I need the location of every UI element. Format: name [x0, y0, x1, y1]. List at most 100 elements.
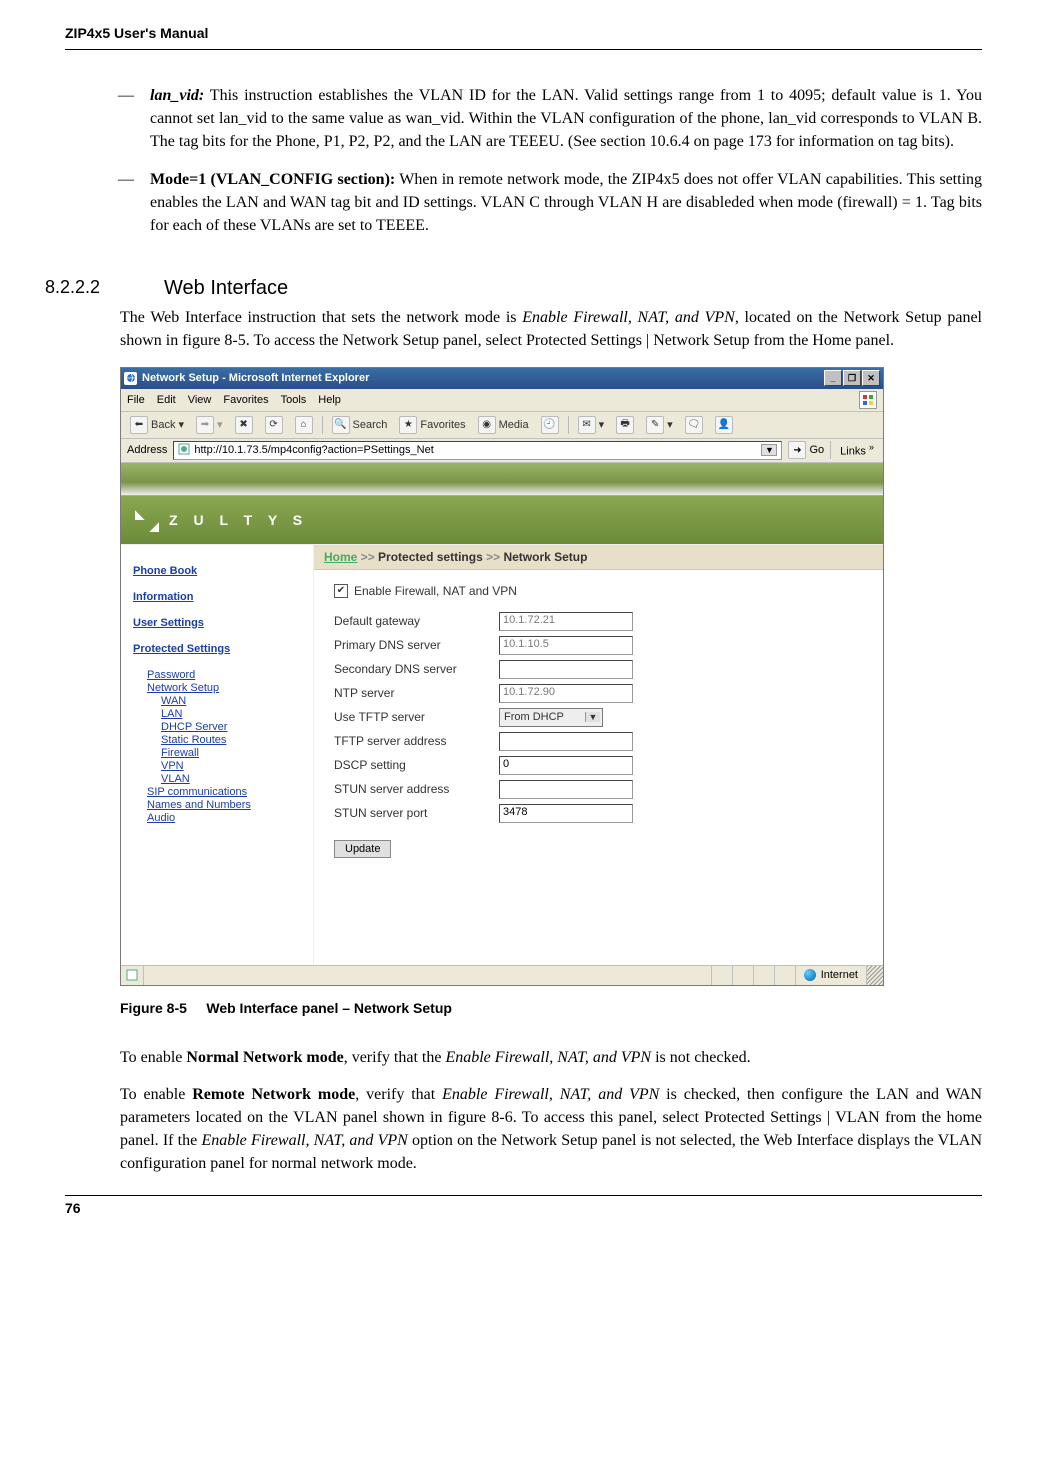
text-bold: Remote Network mode [192, 1086, 355, 1103]
text-italic: Enable Firewall, NAT, and VPN [445, 1049, 651, 1066]
use-tftp-label: Use TFTP server [334, 710, 499, 724]
discuss-button[interactable]: 🗨 [682, 415, 706, 435]
enable-firewall-row: ✔ Enable Firewall, NAT and VPN [334, 584, 863, 598]
default-gateway-input[interactable]: 10.1.72.21 [499, 612, 633, 631]
edit-icon: ✎ [646, 416, 664, 434]
status-box [732, 966, 753, 985]
bullet-text: This instruction establishes the VLAN ID… [150, 87, 982, 150]
menu-help[interactable]: Help [318, 394, 341, 406]
breadcrumb-protected: Protected settings [378, 550, 483, 564]
sidebar-information[interactable]: Information [133, 591, 303, 603]
use-tftp-value: From DHCP [504, 711, 564, 723]
links-label[interactable]: Links » [837, 442, 877, 458]
text-italic: Enable Firewall, NAT, and VPN [522, 309, 735, 326]
resize-grip-icon[interactable] [866, 966, 883, 985]
breadcrumb-home[interactable]: Home [324, 550, 357, 564]
menu-edit[interactable]: Edit [157, 394, 176, 406]
sidebar-wan[interactable]: WAN [161, 695, 303, 707]
minimize-button[interactable]: _ [824, 370, 842, 386]
stun-port-label: STUN server port [334, 806, 499, 820]
forward-button[interactable]: ➡ ▾ [193, 415, 226, 435]
close-button[interactable]: ✕ [862, 370, 880, 386]
brand-text: Z U L T Y S [169, 512, 308, 528]
sidebar-vlan[interactable]: VLAN [161, 773, 303, 785]
sidebar-dhcp-server[interactable]: DHCP Server [161, 721, 303, 733]
text: The Web Interface instruction that sets … [120, 309, 522, 326]
bullet-mode: —Mode=1 (VLAN_CONFIG section): When in r… [150, 168, 982, 238]
stun-addr-input[interactable] [499, 780, 633, 799]
search-icon: 🔍 [332, 416, 350, 434]
primary-dns-label: Primary DNS server [334, 638, 499, 652]
ntp-input[interactable]: 10.1.72.90 [499, 684, 633, 703]
toolbar: ⬅Back ▾ ➡ ▾ ✖ ⟳ ⌂ 🔍Search ★Favorites ◉Me… [121, 412, 883, 439]
header-gradient [121, 463, 883, 496]
figure-text: Web Interface panel – Network Setup [206, 1000, 452, 1016]
paragraph-1: The Web Interface instruction that sets … [120, 306, 982, 352]
address-field[interactable]: http://10.1.73.5/mp4config?action=PSetti… [173, 441, 782, 460]
sidebar-vpn[interactable]: VPN [161, 760, 303, 772]
address-label: Address [127, 444, 167, 456]
secondary-dns-input[interactable] [499, 660, 633, 679]
links-text: Links [840, 446, 866, 458]
sidebar-network-setup[interactable]: Network Setup [147, 682, 303, 694]
home-button[interactable]: ⌂ [292, 415, 316, 435]
combo-arrow-icon[interactable]: ▼ [761, 444, 777, 456]
update-button[interactable]: Update [334, 840, 391, 858]
status-box [753, 966, 774, 985]
sidebar-phone-book[interactable]: Phone Book [133, 565, 303, 577]
sidebar-password[interactable]: Password [147, 669, 303, 681]
tftp-addr-input[interactable] [499, 732, 633, 751]
menu-tools[interactable]: Tools [281, 394, 307, 406]
status-internet-label: Internet [821, 969, 858, 981]
favorites-label: Favorites [420, 419, 465, 431]
paragraph-2: To enable Normal Network mode, verify th… [120, 1046, 982, 1069]
primary-dns-input[interactable]: 10.1.10.5 [499, 636, 633, 655]
footer-rule [65, 1195, 982, 1196]
menu-view[interactable]: View [188, 394, 212, 406]
favorites-button[interactable]: ★Favorites [396, 415, 468, 435]
breadcrumb-network-setup: Network Setup [503, 550, 587, 564]
use-tftp-select[interactable]: From DHCP ▼ [499, 708, 603, 727]
messenger-button[interactable]: 👤 [712, 415, 736, 435]
favorites-icon: ★ [399, 416, 417, 434]
messenger-icon: 👤 [715, 416, 733, 434]
sidebar-lan[interactable]: LAN [161, 708, 303, 720]
sidebar-audio[interactable]: Audio [147, 812, 303, 824]
media-button[interactable]: ◉Media [475, 415, 532, 435]
text: , verify that the [344, 1049, 446, 1066]
header-rule [65, 49, 982, 50]
text-italic: Enable Firewall, NAT, and VPN [442, 1086, 659, 1103]
sidebar-firewall[interactable]: Firewall [161, 747, 303, 759]
bullet-lead: lan_vid: [150, 87, 204, 104]
menu-file[interactable]: File [127, 394, 145, 406]
stun-port-input[interactable]: 3478 [499, 804, 633, 823]
menu-favorites[interactable]: Favorites [223, 394, 268, 406]
edit-button[interactable]: ✎ ▾ [643, 415, 676, 435]
history-button[interactable]: 🕘 [538, 415, 562, 435]
back-button[interactable]: ⬅Back ▾ [127, 415, 187, 435]
page-number: 76 [65, 1200, 982, 1216]
dscp-input[interactable]: 0 [499, 756, 633, 775]
go-button[interactable]: ➜ Go [788, 441, 824, 459]
stop-button[interactable]: ✖ [232, 415, 256, 435]
text: To enable [120, 1049, 186, 1066]
sidebar: Phone Book Information User Settings Pro… [121, 545, 314, 965]
search-button[interactable]: 🔍Search [329, 415, 391, 435]
refresh-button[interactable]: ⟳ [262, 415, 286, 435]
print-button[interactable]: 🖶 [613, 415, 637, 435]
sidebar-sip[interactable]: SIP communications [147, 786, 303, 798]
sidebar-protected-settings[interactable]: Protected Settings [133, 643, 303, 655]
sidebar-names-numbers[interactable]: Names and Numbers [147, 799, 303, 811]
refresh-icon: ⟳ [265, 416, 283, 434]
sidebar-user-settings[interactable]: User Settings [133, 617, 303, 629]
sidebar-static-routes[interactable]: Static Routes [161, 734, 303, 746]
chevron-down-icon: ▼ [585, 712, 600, 722]
forward-arrow-icon: ➡ [196, 416, 214, 434]
form-area: ✔ Enable Firewall, NAT and VPN Default g… [314, 570, 883, 872]
enable-firewall-checkbox[interactable]: ✔ [334, 584, 348, 598]
text: To enable [120, 1086, 192, 1103]
breadcrumb-sep: >> [361, 550, 375, 564]
media-icon: ◉ [478, 416, 496, 434]
maximize-button[interactable]: ❐ [843, 370, 861, 386]
mail-button[interactable]: ✉▾ [575, 415, 608, 435]
